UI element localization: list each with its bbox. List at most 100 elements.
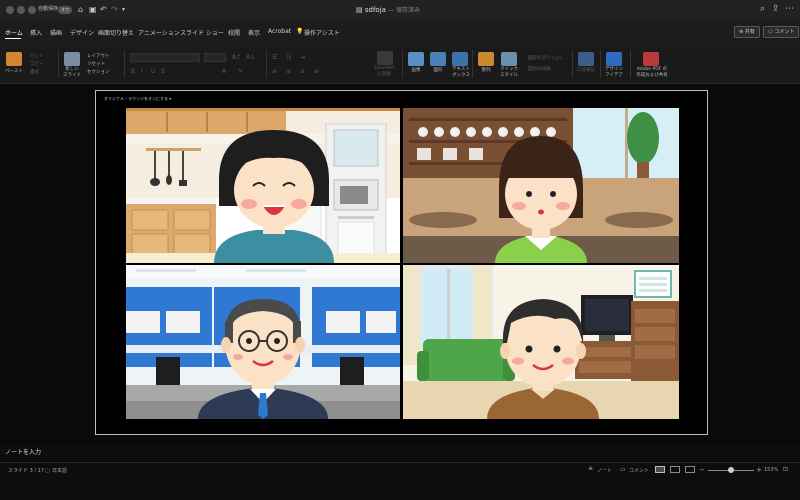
search-icon[interactable]: ⌕ xyxy=(760,4,765,14)
minimize-window-button[interactable] xyxy=(17,6,25,14)
font-shrink-icon[interactable]: A↓ xyxy=(246,54,255,61)
format-painter-button[interactable]: 書式 xyxy=(30,70,39,76)
designer-icon[interactable] xyxy=(606,52,622,66)
notes-pane[interactable]: ノートを入力 xyxy=(0,444,800,462)
microphone-icon[interactable] xyxy=(578,52,594,66)
picture-icon[interactable] xyxy=(408,52,424,66)
spellcheck-icon[interactable]: ▢ xyxy=(45,467,50,475)
acrobat-label-2[interactable]: 作成および共有 xyxy=(630,73,674,79)
textbox-label-2[interactable]: ボックス xyxy=(447,73,475,79)
ribbon-divider xyxy=(572,50,573,78)
tab-view[interactable]: 表示 xyxy=(248,28,260,37)
new-slide-label-2[interactable]: スライド xyxy=(60,73,84,79)
numbering-icon[interactable]: ☷ xyxy=(286,54,291,61)
customize-toolbar-icon[interactable]: ▾ xyxy=(122,5,125,15)
girl-cafe-illustration xyxy=(403,108,679,263)
tab-slideshow[interactable]: スライド ショー xyxy=(180,28,224,37)
bullets-icon[interactable]: ☰ xyxy=(272,54,277,61)
tab-animations[interactable]: アニメーション xyxy=(138,28,180,37)
zoom-window-button[interactable] xyxy=(28,6,36,14)
ribbon-divider xyxy=(58,50,59,78)
paste-icon[interactable] xyxy=(6,52,22,66)
tab-design[interactable]: デザイン xyxy=(70,28,94,37)
video-tile-woman-kitchen xyxy=(126,108,400,263)
pdf-icon[interactable] xyxy=(643,52,659,66)
more-icon[interactable]: ⋯ xyxy=(785,4,794,14)
reading-view-button[interactable] xyxy=(685,466,695,473)
ribbon-home: ペースト カット コピー 書式 新しい スライド レイアウト リセット セクショ… xyxy=(0,44,800,84)
align-center-icon[interactable]: ≡ xyxy=(286,68,291,75)
redo-icon[interactable]: ↷ xyxy=(111,5,118,15)
layout-button[interactable]: レイアウト xyxy=(87,54,110,60)
reset-button[interactable]: リセット xyxy=(87,62,105,68)
autosave-toggle[interactable]: オフ xyxy=(58,6,72,14)
textbox-icon[interactable] xyxy=(452,52,468,66)
slide-frame[interactable]: オリジナル・ラウンジをオンにする ▾ xyxy=(95,90,708,435)
paste-button[interactable]: ペースト xyxy=(3,69,25,75)
align-left-icon[interactable]: ≡ xyxy=(272,68,277,75)
zoom-out-icon[interactable]: − xyxy=(699,466,705,474)
bold-icon[interactable]: B xyxy=(131,68,135,75)
language-indicator[interactable]: 日本語 xyxy=(52,467,67,474)
undo-icon[interactable]: ↶ xyxy=(100,5,107,15)
notes-placeholder[interactable]: ノートを入力 xyxy=(5,447,41,456)
comments-toggle[interactable]: コメント xyxy=(629,467,649,474)
arrange-button[interactable]: 整列 xyxy=(474,68,498,74)
smartart-icon[interactable] xyxy=(377,51,393,65)
active-tab-indicator xyxy=(5,38,21,39)
tab-review[interactable]: 校閲 xyxy=(228,28,240,37)
justify-icon[interactable]: ≡ xyxy=(314,68,319,75)
highlight-icon[interactable]: ✎ xyxy=(238,68,243,75)
share-icon[interactable]: ⇪ xyxy=(772,4,780,14)
tab-insert[interactable]: 挿入 xyxy=(30,28,42,37)
section-button[interactable]: セクション xyxy=(87,70,110,76)
strikethrough-icon[interactable]: S xyxy=(161,68,165,75)
zoom-slider-thumb[interactable] xyxy=(728,467,734,473)
slide-caption: オリジナル・ラウンジをオンにする ▾ xyxy=(104,96,172,101)
title-bar: 自動保存 オフ ⌂ ▣ ↶ ↷ ▾ ▤ sdfoja — 保存済み ⌕ ⇪ ⋯ xyxy=(0,0,800,20)
video-tile-man-livingroom xyxy=(403,265,679,419)
home-icon[interactable]: ⌂ xyxy=(78,5,83,15)
tab-home[interactable]: ホーム xyxy=(5,28,23,37)
shape-fill-button[interactable]: 図形の塗りつぶし xyxy=(528,56,564,62)
slide-sorter-view-button[interactable] xyxy=(670,466,680,473)
arrange-icon[interactable] xyxy=(478,52,494,66)
close-window-button[interactable] xyxy=(6,6,14,14)
tab-draw[interactable]: 描画 xyxy=(50,28,62,37)
notes-icon[interactable]: ≙ xyxy=(588,466,593,474)
comment-icon[interactable]: ▭ xyxy=(620,466,626,474)
copy-button[interactable]: コピー xyxy=(30,62,44,68)
italic-icon[interactable]: I xyxy=(141,68,143,75)
tab-transitions[interactable]: 画面切り替え xyxy=(98,28,134,37)
cut-button[interactable]: カット xyxy=(30,54,44,60)
font-name-field[interactable] xyxy=(130,53,200,62)
quick-styles-icon[interactable] xyxy=(501,52,517,66)
font-color-icon[interactable]: A xyxy=(222,68,226,75)
ribbon-divider xyxy=(402,50,403,78)
zoom-level[interactable]: 153% xyxy=(764,467,778,473)
fit-slide-icon[interactable]: ⊡ xyxy=(783,466,788,474)
slide-canvas[interactable]: オリジナル・ラウンジをオンにする ▾ xyxy=(0,84,800,444)
normal-view-button[interactable] xyxy=(655,466,665,473)
share-button[interactable]: ⊕ 共有 xyxy=(734,26,760,38)
shape-outline-button[interactable]: 図形の枠線 xyxy=(528,67,551,73)
save-icon[interactable]: ▣ xyxy=(89,5,97,15)
zoom-in-icon[interactable]: + xyxy=(756,466,762,474)
notes-toggle[interactable]: ノート xyxy=(597,467,612,474)
font-grow-icon[interactable]: A↑ xyxy=(232,54,241,61)
indent-icon[interactable]: ⇥ xyxy=(300,54,305,61)
font-size-field[interactable] xyxy=(204,53,226,62)
tab-tell-me[interactable]: 操作アシスト xyxy=(304,28,340,37)
shape-icon[interactable] xyxy=(430,52,446,66)
designer-label-2[interactable]: アイデア xyxy=(600,73,628,79)
comments-button[interactable]: ▭ コメント xyxy=(763,26,800,38)
picture-button[interactable]: 画像 xyxy=(404,68,428,74)
dictate-button[interactable]: 口述筆記 xyxy=(574,68,598,74)
lightbulb-icon: 💡 xyxy=(296,28,304,35)
underline-icon[interactable]: U xyxy=(151,68,155,75)
quick-styles-label-2[interactable]: スタイル xyxy=(496,73,522,79)
smartart-label-2[interactable]: に変換 xyxy=(370,72,398,78)
new-slide-icon[interactable] xyxy=(64,52,80,66)
tab-acrobat[interactable]: Acrobat xyxy=(268,28,291,35)
align-right-icon[interactable]: ≡ xyxy=(300,68,305,75)
